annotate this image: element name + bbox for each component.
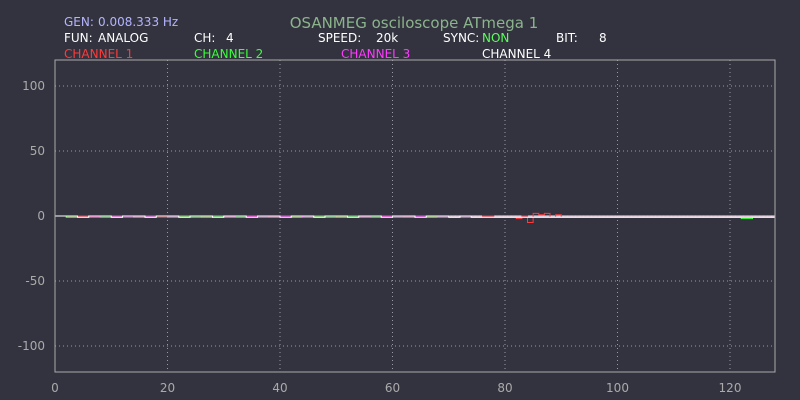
y-tick-label: -100 — [18, 339, 45, 353]
scope-title: OSANMEG osciloscope ATmega 1 — [290, 14, 539, 32]
fun-value: ANALOG — [98, 31, 148, 45]
legend-channel-3: CHANNEL 3 — [341, 47, 410, 61]
x-tick-label: 80 — [497, 381, 512, 395]
gen-label: GEN: — [64, 15, 94, 29]
x-tick-label: 100 — [606, 381, 629, 395]
fun-label: FUN: — [64, 31, 93, 45]
x-tick-label: 40 — [272, 381, 287, 395]
signal-traces — [55, 212, 775, 223]
x-axis-ticks: 0 20 40 60 80 100 120 — [51, 381, 741, 395]
ch-label: CH: — [194, 31, 215, 45]
bit-value: 8 — [599, 31, 607, 45]
speed-value: 20k — [376, 31, 398, 45]
ch-value: 4 — [226, 31, 234, 45]
y-tick-label: 100 — [22, 79, 45, 93]
y-tick-label: 50 — [30, 144, 45, 158]
channel-legend: CHANNEL 1 CHANNEL 2 CHANNEL 3 CHANNEL 4 — [64, 47, 551, 61]
sync-label: SYNC: — [443, 31, 479, 45]
y-tick-label: -50 — [25, 274, 45, 288]
bit-label: BIT: — [556, 31, 578, 45]
x-tick-label: 0 — [51, 381, 59, 395]
sync-value: NON — [482, 31, 509, 45]
oscilloscope-display: GEN: 0.008.333 Hz OSANMEG osciloscope AT… — [18, 14, 776, 395]
y-axis-ticks: 100 50 0 -50 -100 — [18, 79, 45, 353]
x-tick-label: 60 — [385, 381, 400, 395]
plot-area — [54, 59, 776, 373]
trace-channel-1 — [55, 212, 775, 223]
x-tick-label: 20 — [160, 381, 175, 395]
x-tick-label: 120 — [719, 381, 742, 395]
y-tick-label: 0 — [37, 209, 45, 223]
legend-channel-4: CHANNEL 4 — [482, 47, 551, 61]
speed-label: SPEED: — [318, 31, 361, 45]
legend-channel-1: CHANNEL 1 — [64, 47, 133, 61]
legend-channel-2: CHANNEL 2 — [194, 47, 263, 61]
gen-frequency: 0.008.333 Hz — [98, 15, 178, 29]
